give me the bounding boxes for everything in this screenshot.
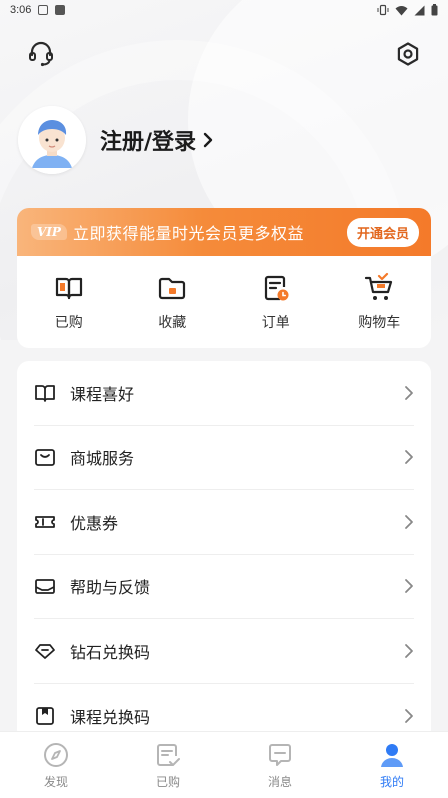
quick-item-purchased[interactable]: 已购 <box>24 272 114 332</box>
quick-item-orders[interactable]: 订单 <box>231 272 321 332</box>
chevron-right-icon <box>405 514 413 529</box>
chevron-right-icon <box>203 132 213 148</box>
quick-label-cart: 购物车 <box>358 315 401 331</box>
menu-item-diamond-code[interactable]: 钻石兑换码 <box>34 619 414 684</box>
quick-item-cart[interactable]: 购物车 <box>334 272 424 332</box>
settings-button[interactable] <box>394 40 422 68</box>
quick-label-orders: 订单 <box>261 315 290 331</box>
nav-label-discover: 发现 <box>43 774 68 789</box>
open-book-icon <box>35 384 55 402</box>
nav-label-mine: 我的 <box>379 774 404 789</box>
status-time: 3:06 <box>10 4 32 16</box>
notification-square-icon <box>55 5 66 15</box>
wifi-icon <box>395 5 408 15</box>
menu-label-help-feedback: 帮助与反馈 <box>70 578 151 598</box>
quick-label-favorites: 收藏 <box>158 315 187 331</box>
menu-label-diamond-code: 钻石兑换码 <box>70 642 151 662</box>
order-clock-icon <box>264 275 289 301</box>
login-label: 注册/登录 <box>100 130 197 155</box>
ticket-icon <box>35 515 55 528</box>
nav-messages[interactable]: 消息 <box>240 741 320 790</box>
vip-promo-text: 立即获得能量时光会员更多权益 <box>72 224 304 243</box>
default-avatar-icon <box>18 106 86 174</box>
user-icon <box>381 743 403 767</box>
headset-icon <box>29 41 53 67</box>
nav-label-purchased: 已购 <box>155 774 180 789</box>
vibrate-icon <box>377 4 389 16</box>
chevron-right-icon <box>405 643 413 658</box>
menu-label-coupons: 优惠券 <box>70 513 119 533</box>
chevron-right-icon <box>405 385 413 400</box>
avatar[interactable] <box>18 106 86 174</box>
status-bar: 3:06 <box>0 0 448 20</box>
diamond-icon <box>35 643 55 659</box>
hexagon-gear-icon <box>397 42 419 66</box>
quick-item-favorites[interactable]: 收藏 <box>127 272 217 332</box>
vip-banner[interactable]: VIP 立即获得能量时光会员更多权益 开通会员 <box>17 208 431 256</box>
menu-item-course-preference[interactable]: 课程喜好 <box>34 361 414 426</box>
chevron-right-icon <box>405 450 413 465</box>
battery-icon <box>431 4 438 16</box>
menu-label-course-code: 课程兑换码 <box>70 707 151 727</box>
open-membership-button[interactable]: 开通会员 <box>346 217 419 247</box>
chevron-right-icon <box>405 708 413 723</box>
customer-service-button[interactable] <box>27 40 55 68</box>
message-icon <box>269 743 291 766</box>
folder-icon <box>159 277 186 300</box>
book-icon <box>55 277 82 300</box>
menu-card: 课程喜好 商城服务 优惠券 帮助与反馈 钻石兑换码 课程兑换码 <box>17 361 431 741</box>
signal-icon <box>414 5 425 15</box>
bookmark-icon <box>36 706 54 725</box>
bottom-nav: 发现 已购 消息 我的 <box>0 731 448 798</box>
menu-item-mall-service[interactable]: 商城服务 <box>34 426 414 490</box>
nav-mine[interactable]: 我的 <box>352 741 432 790</box>
menu-item-help-feedback[interactable]: 帮助与反馈 <box>34 555 414 619</box>
menu-item-coupons[interactable]: 优惠券 <box>34 490 414 555</box>
nav-purchased[interactable]: 已购 <box>128 741 208 790</box>
quick-label-purchased: 已购 <box>54 315 83 331</box>
vip-badge: VIP <box>31 224 67 240</box>
purchased-icon <box>157 743 180 766</box>
quick-actions-card: 已购 收藏 订单 购物车 <box>17 256 431 348</box>
profile-section[interactable]: 注册/登录 <box>18 106 214 174</box>
notification-a-icon <box>38 5 49 15</box>
menu-label-mall-service: 商城服务 <box>70 449 135 469</box>
nav-label-messages: 消息 <box>267 774 292 789</box>
login-link[interactable]: 注册/登录 <box>100 124 214 156</box>
compass-icon <box>44 742 68 767</box>
shopping-bag-icon <box>35 449 55 467</box>
nav-discover[interactable]: 发现 <box>16 741 96 790</box>
mail-icon <box>35 579 55 595</box>
chevron-right-icon <box>405 579 413 594</box>
cart-icon <box>365 272 393 300</box>
menu-label-course-preference: 课程喜好 <box>70 384 135 404</box>
